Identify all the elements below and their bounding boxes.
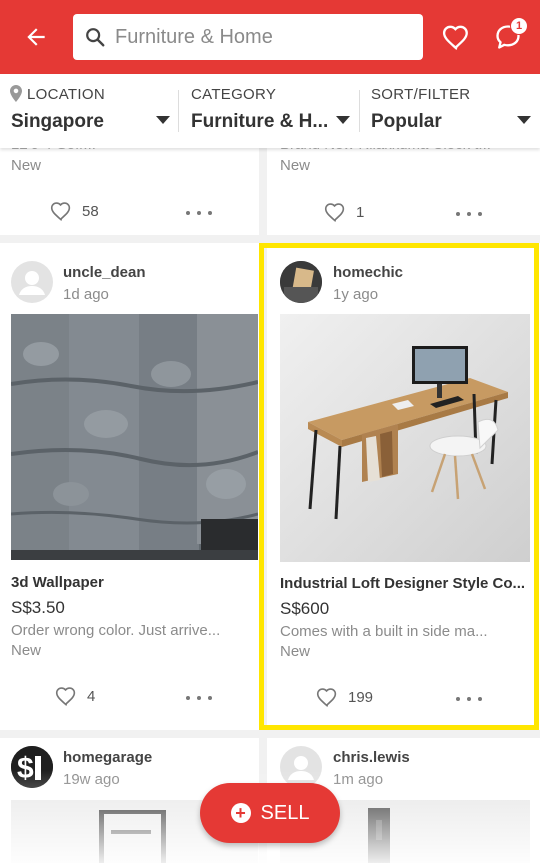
search-bar[interactable] — [73, 14, 423, 60]
avatar[interactable] — [280, 261, 322, 303]
listing-card[interactable]: homechic 1y ago Industrial Loft Designer… — [267, 243, 540, 730]
listing-price: S$3.50 — [11, 598, 65, 617]
avatar[interactable] — [11, 261, 53, 303]
listing-description: Order wrong color. Just arrive... — [11, 622, 221, 639]
user-placeholder-icon — [288, 756, 314, 780]
app-header: 1 — [0, 0, 540, 74]
listing-condition: New — [280, 643, 311, 660]
product-image[interactable] — [280, 314, 530, 562]
avatar[interactable]: $ — [11, 746, 53, 788]
like-count: 199 — [348, 688, 374, 706]
wallpaper-photo — [11, 314, 258, 560]
filter-bar: LOCATION Singapore CATEGORY Furniture & … — [0, 74, 540, 148]
listing-condition: New — [280, 157, 311, 174]
listing-time: 1m ago — [333, 771, 384, 788]
sort-filter[interactable]: SORT/FILTER Popular — [360, 74, 540, 148]
chat-button[interactable]: 1 — [490, 17, 528, 55]
desk-photo — [280, 314, 530, 562]
sell-button[interactable]: + SELL — [200, 783, 340, 843]
heart-outline-icon — [316, 688, 337, 707]
sort-label: SORT/FILTER — [371, 86, 471, 103]
chevron-down-icon — [517, 116, 531, 124]
heart-outline-icon — [50, 202, 71, 221]
category-value: Furniture & H... — [191, 111, 329, 132]
location-label: LOCATION — [27, 86, 105, 103]
search-input[interactable] — [115, 25, 405, 49]
listing-title: Industrial Loft Designer Style Co... — [280, 575, 526, 592]
like-button[interactable]: 58 — [50, 201, 99, 221]
chevron-down-icon — [156, 116, 170, 124]
listing-price: S$600 — [280, 599, 330, 618]
plus-icon: + — [230, 803, 251, 823]
notification-badge: 1 — [510, 17, 528, 35]
listing-description: Comes with a built in side ma... — [280, 623, 488, 640]
seller-logo — [280, 261, 322, 303]
more-options-icon[interactable] — [456, 694, 482, 704]
back-button[interactable] — [18, 19, 54, 55]
seller-username[interactable]: homegarage — [63, 749, 152, 766]
more-options-icon[interactable] — [186, 693, 212, 703]
arrow-left-icon — [27, 28, 45, 46]
more-options-icon[interactable] — [456, 209, 482, 219]
location-filter[interactable]: LOCATION Singapore — [0, 74, 178, 148]
listing-card[interactable]: 12'0" / Sofr... New 58 — [0, 136, 259, 235]
category-filter[interactable]: CATEGORY Furniture & H... — [179, 74, 359, 148]
like-count: 58 — [82, 202, 99, 220]
listing-time: 1d ago — [63, 286, 109, 303]
like-count: 4 — [87, 687, 96, 705]
like-count: 1 — [356, 203, 365, 221]
listing-card[interactable]: uncle_dean 1d ago 3d Wallpaper S$3.50 Or… — [0, 243, 259, 730]
product-image[interactable] — [11, 314, 258, 560]
heart-outline-icon — [324, 203, 345, 222]
listing-card[interactable]: Brand New Rilakkuma Clock t... New 1 — [267, 136, 540, 235]
dollar-logo: $ — [11, 746, 53, 788]
seller-username[interactable]: chris.lewis — [333, 749, 410, 766]
listing-time: 1y ago — [333, 286, 379, 303]
like-button[interactable]: 199 — [316, 687, 373, 707]
more-options-icon[interactable] — [186, 208, 212, 218]
location-value: Singapore — [11, 111, 104, 132]
listing-time: 19w ago — [63, 771, 120, 788]
like-button[interactable]: 1 — [324, 202, 364, 222]
avatar[interactable] — [280, 746, 322, 788]
heart-outline-icon — [55, 687, 76, 706]
like-button[interactable]: 4 — [55, 686, 95, 706]
seller-username[interactable]: uncle_dean — [63, 264, 146, 281]
listing-condition: New — [11, 157, 42, 174]
location-pin-icon — [10, 85, 22, 102]
sell-label: SELL — [260, 801, 310, 824]
user-placeholder-icon — [19, 271, 45, 295]
sort-value: Popular — [371, 111, 442, 132]
search-icon — [83, 25, 107, 49]
svg-text:$: $ — [17, 752, 34, 785]
favorites-button[interactable] — [438, 19, 474, 55]
heart-icon — [442, 25, 468, 50]
chevron-down-icon — [336, 116, 350, 124]
listing-title: 3d Wallpaper — [11, 574, 104, 591]
listing-condition: New — [11, 642, 42, 659]
seller-username[interactable]: homechic — [333, 264, 403, 281]
category-label: CATEGORY — [191, 86, 277, 103]
